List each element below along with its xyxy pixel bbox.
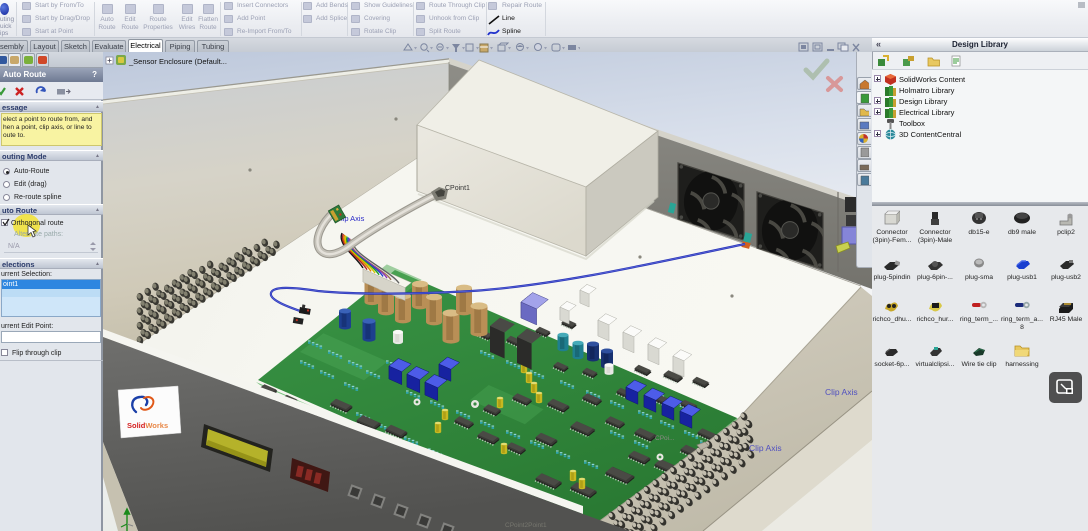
svg-text:SolidWorks: SolidWorks (127, 421, 168, 430)
svg-text:CPoi...: CPoi... (655, 435, 675, 442)
svg-text:CPoint1: CPoint1 (445, 185, 470, 192)
svg-text:_Sensor Enclosure (Default...: _Sensor Enclosure (Default... (128, 57, 227, 66)
svg-text:CPoint2Point1: CPoint2Point1 (505, 522, 547, 529)
svg-text:Clip Axis: Clip Axis (749, 443, 782, 453)
svg-text:Clip Axis: Clip Axis (825, 387, 858, 397)
